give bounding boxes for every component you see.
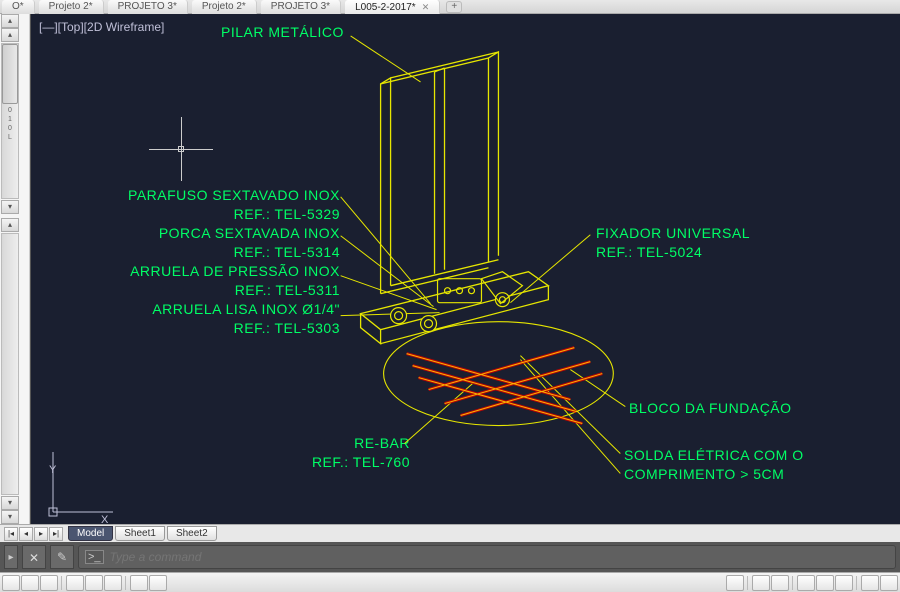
status-button[interactable]: [40, 575, 58, 591]
ruler-scale: 0 1 0 L: [2, 104, 18, 164]
sheet-nav-first[interactable]: |◂: [4, 527, 18, 541]
scroll-down-button[interactable]: ▾: [1, 510, 19, 524]
left-tool-rail: ▴ ▴ 0 1 0 L ▾ ▴ ▾ ▾: [0, 14, 30, 524]
status-button[interactable]: [752, 575, 770, 591]
scroll-down-button[interactable]: ▾: [1, 496, 19, 510]
ucs-x-label: X: [101, 514, 108, 526]
status-button[interactable]: [861, 575, 879, 591]
document-tab[interactable]: PROJETO 3*: [261, 0, 341, 14]
sheet-tab-sheet2[interactable]: Sheet2: [167, 526, 217, 541]
command-row: ▸ ✕ ✎ >_: [0, 542, 900, 572]
status-button[interactable]: [21, 575, 39, 591]
status-button[interactable]: [726, 575, 744, 591]
annotation-bloco: BLOCO DA FUNDAÇÃO: [629, 400, 792, 416]
annotation-fixador: FIXADOR UNIVERSAL REF.: TEL-5024: [596, 224, 750, 262]
status-bar: [0, 572, 900, 592]
add-tab-button[interactable]: +: [446, 1, 462, 13]
status-button[interactable]: [880, 575, 898, 591]
status-button[interactable]: [85, 575, 103, 591]
sheet-nav-buttons: |◂ ◂ ▸ ▸|: [4, 527, 63, 541]
sheet-tab-sheet1[interactable]: Sheet1: [115, 526, 165, 541]
command-history-toggle[interactable]: ▸: [4, 545, 18, 569]
sheet-tab-model[interactable]: Model: [68, 526, 113, 541]
scroll-down-button[interactable]: ▾: [1, 200, 19, 214]
status-button[interactable]: [104, 575, 122, 591]
drawing-viewport[interactable]: [—][Top][2D Wireframe] PILAR METÁLICO PA…: [30, 14, 900, 524]
scrollbar-thumb[interactable]: [2, 44, 18, 104]
command-close-button[interactable]: ✕: [22, 545, 46, 569]
command-prompt-icon: >_: [85, 550, 104, 564]
sheet-nav-next[interactable]: ▸: [34, 527, 48, 541]
annotation-rebar: RE-BAR REF.: TEL-760: [312, 434, 410, 472]
command-input[interactable]: [110, 550, 889, 564]
command-tool-icon[interactable]: ✎: [50, 545, 74, 569]
document-tab[interactable]: PROJETO 3*: [108, 0, 188, 14]
document-tab[interactable]: Projeto 2*: [192, 0, 257, 14]
status-button[interactable]: [66, 575, 84, 591]
scroll-up-button[interactable]: ▴: [1, 218, 19, 232]
ucs-y-label: Y: [49, 464, 56, 476]
document-tab-active[interactable]: L005-2-2017*✕: [345, 0, 440, 14]
scrollbar-track[interactable]: 0 1 0 L: [1, 43, 19, 199]
layout-tab-bar: |◂ ◂ ▸ ▸| Model Sheet1 Sheet2: [0, 524, 900, 542]
status-button[interactable]: [130, 575, 148, 591]
status-button[interactable]: [771, 575, 789, 591]
viewport-label[interactable]: [—][Top][2D Wireframe]: [39, 20, 164, 34]
command-input-wrap: >_: [78, 545, 896, 569]
sheet-nav-prev[interactable]: ◂: [19, 527, 33, 541]
status-button[interactable]: [2, 575, 20, 591]
status-button[interactable]: [816, 575, 834, 591]
annotation-pilar: PILAR METÁLICO: [221, 24, 344, 40]
scroll-up-button[interactable]: ▴: [1, 14, 19, 28]
status-button[interactable]: [835, 575, 853, 591]
document-tab[interactable]: Projeto 2*: [39, 0, 104, 14]
annotation-left-block: PARAFUSO SEXTAVADO INOX REF.: TEL-5329 P…: [128, 186, 340, 338]
document-tab-bar: O* Projeto 2* PROJETO 3* Projeto 2* PROJ…: [0, 0, 900, 14]
annotation-solda: SOLDA ELÉTRICA COM O COMPRIMENTO > 5CM: [624, 446, 804, 484]
document-tab[interactable]: O*: [2, 0, 35, 14]
close-tab-icon[interactable]: ✕: [422, 2, 430, 12]
scrollbar-track[interactable]: [1, 233, 19, 495]
status-button[interactable]: [797, 575, 815, 591]
status-button[interactable]: [149, 575, 167, 591]
sheet-nav-last[interactable]: ▸|: [49, 527, 63, 541]
scroll-up-button[interactable]: ▴: [1, 28, 19, 42]
